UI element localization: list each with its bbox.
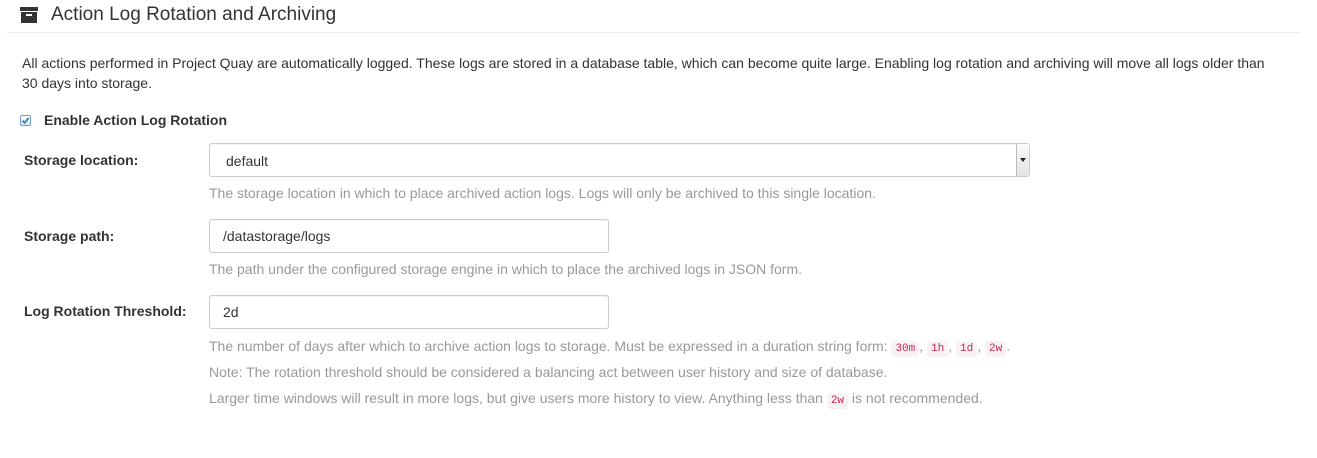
duration-example: 1d — [956, 341, 978, 357]
archive-icon — [20, 7, 38, 23]
threshold-note: Note: The rotation threshold should be c… — [209, 364, 888, 380]
threshold-input[interactable] — [209, 295, 609, 329]
threshold-help: The number of days after which to archiv… — [209, 338, 1011, 357]
threshold-label: Log Rotation Threshold: — [24, 303, 187, 319]
storage-path-help: The path under the configured storage en… — [209, 261, 803, 277]
chevron-down-icon[interactable] — [1016, 144, 1029, 176]
enable-rotation-row[interactable]: Enable Action Log Rotation — [20, 111, 227, 129]
enable-rotation-label: Enable Action Log Rotation — [44, 112, 228, 128]
threshold-warning: Larger time windows will result in more … — [209, 389, 983, 410]
checkmark-icon — [21, 116, 30, 124]
threshold-warning-suffix: is not recommended. — [848, 390, 983, 406]
section-description: All actions performed in Project Quay ar… — [22, 55, 1265, 91]
storage-location-help: The storage location in which to place a… — [209, 185, 876, 201]
threshold-warning-code: 2w — [826, 393, 849, 409]
storage-location-label: Storage location: — [24, 152, 139, 168]
section-title: Action Log Rotation and Archiving — [51, 4, 337, 25]
threshold-warning-text: Larger time windows will result in more … — [209, 390, 827, 406]
divider — [7, 32, 1300, 33]
enable-rotation-checkbox[interactable] — [20, 114, 31, 126]
storage-location-select[interactable]: default — [209, 143, 1030, 177]
section-header: Action Log Rotation and Archiving — [20, 2, 336, 28]
duration-example: 1h — [927, 341, 949, 357]
storage-path-input[interactable] — [209, 219, 609, 253]
storage-location-value: default — [226, 153, 269, 169]
duration-example: 2w — [985, 341, 1007, 357]
storage-path-label: Storage path: — [24, 228, 115, 244]
threshold-help-text: The number of days after which to archiv… — [209, 338, 892, 354]
duration-example: 30m — [891, 341, 920, 357]
